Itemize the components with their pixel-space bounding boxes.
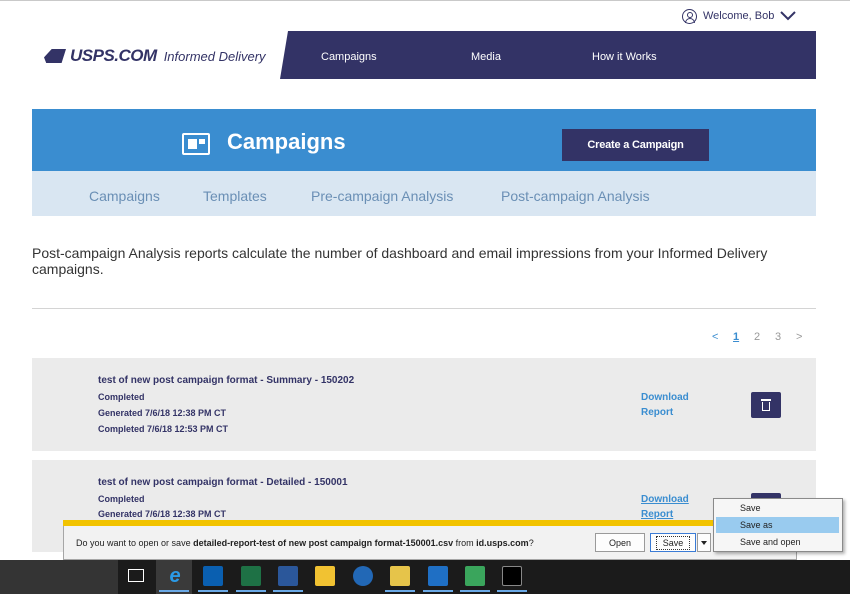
message-suffix: ?: [528, 538, 534, 548]
menu-item-save-and-open[interactable]: Save and open: [740, 537, 801, 547]
chevron-down-icon: [780, 11, 797, 21]
report-title: test of new post campaign format - Summa…: [98, 375, 355, 386]
taskbar-indicator: [385, 590, 415, 592]
top-border: [0, 0, 850, 1]
logo-brand: USPS.COM: [70, 46, 157, 65]
download-report-link[interactable]: Download Report: [641, 390, 711, 420]
taskbar-indicator: [198, 590, 228, 592]
divider: [32, 308, 816, 309]
dropdown-arrow-icon: [701, 540, 707, 545]
tab-pre-campaign-analysis[interactable]: Pre-campaign Analysis: [311, 188, 453, 204]
tab-campaigns[interactable]: Campaigns: [89, 188, 160, 204]
menu-item-save-as[interactable]: Save as: [740, 520, 773, 530]
report-generated: Generated 7/6/18 12:38 PM CT: [98, 408, 227, 418]
file-explorer-icon[interactable]: [315, 566, 335, 586]
report-label: Report: [641, 407, 674, 418]
tab-post-campaign-analysis[interactable]: Post-campaign Analysis: [501, 188, 650, 204]
media-icon[interactable]: [465, 566, 485, 586]
nav-media[interactable]: Media: [471, 51, 501, 63]
task-view-icon[interactable]: [128, 569, 144, 582]
eagle-icon: [44, 49, 66, 63]
report-generated: Generated 7/6/18 12:38 PM CT: [98, 509, 227, 519]
save-button-label: Save: [655, 535, 691, 550]
lync-icon[interactable]: [428, 566, 448, 586]
taskbar-search[interactable]: [0, 560, 118, 594]
usps-logo[interactable]: USPS.COM Informed Delivery: [44, 45, 266, 67]
download-domain: id.usps.com: [476, 538, 529, 548]
download-filename: detailed-report-test of new post campaig…: [193, 538, 454, 548]
page-title: Campaigns: [227, 129, 346, 154]
pagination-next[interactable]: >: [796, 331, 802, 343]
pagination-page-1[interactable]: 1: [733, 331, 739, 343]
taskbar-indicator: [159, 590, 189, 592]
welcome-text: Welcome, Bob: [703, 10, 775, 22]
nav-campaigns[interactable]: Campaigns: [321, 51, 377, 63]
report-completed: Completed 7/6/18 12:53 PM CT: [98, 424, 229, 434]
outlook-icon[interactable]: [203, 566, 223, 586]
excel-icon[interactable]: [241, 566, 261, 586]
open-button[interactable]: Open: [595, 533, 645, 552]
taskbar-indicator: [497, 590, 527, 592]
menu-highlight: [716, 517, 839, 533]
trash-icon: [761, 399, 771, 401]
message-prefix: Do you want to open or save: [76, 538, 194, 548]
internet-explorer-icon[interactable]: e: [165, 566, 185, 586]
save-dropdown-button[interactable]: [697, 533, 711, 552]
campaigns-icon: [182, 133, 210, 155]
report-title: test of new post campaign format - Detai…: [98, 477, 348, 488]
welcome-menu[interactable]: Welcome, Bob: [682, 7, 797, 25]
r-icon[interactable]: [353, 566, 373, 586]
user-icon: [682, 8, 697, 24]
pagination-prev[interactable]: <: [712, 331, 718, 343]
download-message: Do you want to open or save detailed-rep…: [76, 538, 534, 548]
menu-item-save[interactable]: Save: [740, 503, 761, 513]
taskbar-indicator: [273, 590, 303, 592]
logo-product: Informed Delivery: [163, 48, 266, 64]
taskbar-indicator: [460, 590, 490, 592]
save-button[interactable]: Save: [650, 533, 696, 552]
report-status: Completed: [98, 494, 145, 504]
download-label: Download: [641, 392, 689, 403]
download-report-link[interactable]: Download Report: [641, 492, 711, 522]
notification-bar-accent: [63, 520, 797, 526]
report-status: Completed: [98, 392, 145, 402]
terminal-icon[interactable]: [502, 566, 522, 586]
create-campaign-button[interactable]: Create a Campaign: [562, 129, 709, 161]
tab-templates[interactable]: Templates: [203, 188, 267, 204]
download-label: Download: [641, 494, 689, 505]
nav-how-it-works[interactable]: How it Works: [592, 51, 657, 63]
page-description: Post-campaign Analysis reports calculate…: [32, 245, 768, 277]
taskbar-indicator: [236, 590, 266, 592]
message-middle: from: [453, 538, 477, 548]
pagination-page-3[interactable]: 3: [775, 331, 781, 343]
pagination-page-2[interactable]: 2: [754, 331, 760, 343]
delete-button[interactable]: [751, 392, 781, 418]
folder-icon[interactable]: [390, 566, 410, 586]
word-icon[interactable]: [278, 566, 298, 586]
taskbar-indicator: [423, 590, 453, 592]
